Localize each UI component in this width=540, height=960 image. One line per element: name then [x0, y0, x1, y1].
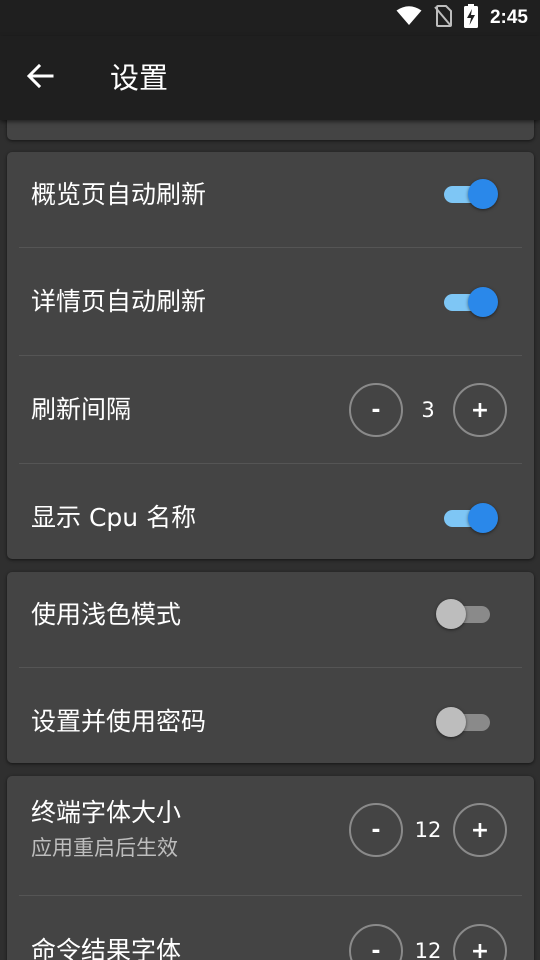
result-font-value: 12: [414, 939, 442, 960]
setting-label: 详情页自动刷新: [31, 287, 207, 316]
battery-charging-icon: [463, 4, 478, 32]
status-icons: 2:45: [396, 0, 528, 36]
setting-row-overview-auto-refresh[interactable]: 概览页自动刷新: [7, 152, 534, 248]
setting-row-detail-auto-refresh[interactable]: 详情页自动刷新: [7, 248, 534, 356]
increment-button[interactable]: +: [453, 383, 507, 437]
increment-button[interactable]: +: [453, 924, 507, 960]
setting-label: 刷新间隔: [31, 395, 132, 424]
setting-label: 命令结果字体: [31, 936, 182, 960]
setting-sublabel: 应用重启后生效: [31, 836, 178, 860]
terminal-font-size-stepper: - 12 +: [349, 803, 507, 857]
switch-thumb: [468, 503, 498, 533]
wifi-icon: [396, 6, 422, 30]
settings-list[interactable]: 概览页自动刷新 详情页自动刷新 刷新间隔 - 3 + 显示 Cpu 名称 使用浅…: [0, 120, 540, 960]
page-title: 设置: [110, 61, 169, 95]
setting-row-password[interactable]: 设置并使用密码: [7, 668, 534, 763]
refresh-interval-stepper: - 3 +: [349, 383, 507, 437]
setting-label: 设置并使用密码: [31, 707, 207, 736]
settings-card-terminal: 终端字体大小 应用重启后生效 - 12 + 命令结果字体 - 12 +: [7, 776, 534, 960]
setting-row-terminal-font-size: 终端字体大小 应用重启后生效 - 12 +: [7, 776, 534, 896]
settings-card-appearance: 使用浅色模式 设置并使用密码: [7, 572, 534, 763]
result-font-stepper: - 12 +: [349, 924, 507, 960]
arrow-left-icon: [26, 62, 54, 94]
settings-card-partial: [7, 120, 534, 140]
switch-thumb: [468, 179, 498, 209]
decrement-button[interactable]: -: [349, 924, 403, 960]
switch-thumb: [468, 287, 498, 317]
app-bar: 设置: [0, 36, 540, 120]
show-cpu-name-switch[interactable]: [438, 501, 498, 535]
decrement-button[interactable]: -: [349, 383, 403, 437]
status-time: 2:45: [489, 7, 528, 28]
refresh-interval-value: 3: [421, 398, 435, 422]
setting-row-result-font: 命令结果字体 - 12 +: [7, 896, 534, 960]
setting-label: 终端字体大小: [31, 798, 182, 827]
status-bar: 2:45: [0, 0, 540, 36]
decrement-button[interactable]: -: [349, 803, 403, 857]
switch-thumb: [436, 599, 466, 629]
setting-row-light-mode[interactable]: 使用浅色模式: [7, 572, 534, 668]
switch-thumb: [436, 707, 466, 737]
no-sim-icon: [434, 5, 452, 31]
terminal-font-size-value: 12: [414, 818, 442, 842]
light-mode-switch[interactable]: [436, 597, 496, 631]
overview-auto-refresh-switch[interactable]: [438, 177, 498, 211]
setting-label: 使用浅色模式: [31, 600, 182, 629]
setting-label: 显示 Cpu 名称: [31, 503, 197, 532]
settings-card-refresh: 概览页自动刷新 详情页自动刷新 刷新间隔 - 3 + 显示 Cpu 名称: [7, 152, 534, 559]
detail-auto-refresh-switch[interactable]: [438, 285, 498, 319]
back-button[interactable]: [16, 54, 64, 102]
password-switch[interactable]: [436, 705, 496, 739]
increment-button[interactable]: +: [453, 803, 507, 857]
setting-row-refresh-interval: 刷新间隔 - 3 +: [7, 356, 534, 464]
setting-label: 概览页自动刷新: [31, 180, 207, 209]
setting-row-show-cpu-name[interactable]: 显示 Cpu 名称: [7, 464, 534, 559]
